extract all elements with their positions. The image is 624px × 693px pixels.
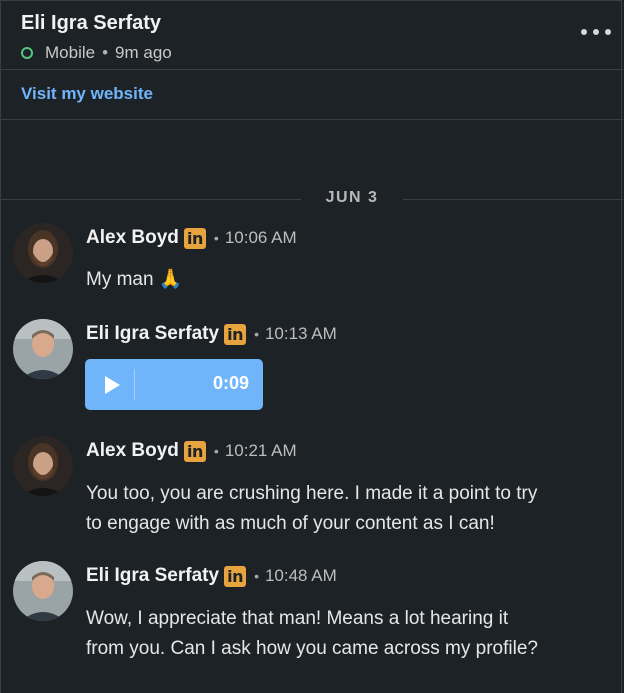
message-time: 10:48 AM — [264, 566, 337, 585]
dot-icon — [605, 29, 611, 35]
sender-name[interactable]: Eli Igra Serfaty — [86, 323, 219, 345]
avatar[interactable] — [13, 319, 73, 379]
linkedin-badge-icon: in — [183, 440, 206, 462]
contact-name[interactable]: Eli Igra Serfaty — [21, 12, 161, 35]
alex-boyd-avatar — [13, 223, 73, 283]
message-text-line: from you. Can I ask how you came across … — [86, 638, 538, 659]
separator-dot: • — [254, 568, 259, 584]
separator-dot: • — [213, 443, 219, 459]
linkedin-badge-icon: in — [224, 323, 247, 345]
linkedin-badge-icon: in — [224, 565, 247, 587]
date-divider: JUN 3 — [1, 187, 623, 211]
eli-igra-serfaty-avatar — [13, 561, 73, 621]
message-time: 10:21 AM — [224, 441, 297, 460]
play-icon[interactable] — [105, 376, 120, 394]
sender-line: Eli Igra Serfaty in • 10:48 AM — [86, 565, 337, 587]
sender-line: Alex Boyd in • 10:21 AM — [86, 440, 297, 462]
message-time: 10:06 AM — [224, 228, 297, 247]
visit-website-link[interactable]: Visit my website — [21, 84, 153, 104]
date-label: JUN 3 — [325, 189, 379, 206]
message-text-line: to engage with as much of your content a… — [86, 513, 495, 534]
dot-icon — [593, 29, 599, 35]
more-options-icon[interactable] — [581, 29, 611, 35]
audio-divider — [134, 369, 135, 400]
sender-line: Eli Igra Serfaty in • 10:13 AM — [86, 323, 337, 345]
message-text: Wow, I appreciate that man! Means a lot … — [86, 604, 538, 664]
voice-message-player[interactable]: 0:09 — [85, 359, 263, 410]
presence-status: Mobile • 9m ago — [21, 43, 172, 63]
message-text-line: Wow, I appreciate that man! Means a lot … — [86, 608, 509, 629]
separator-dot: • — [213, 230, 219, 246]
device-label: Mobile — [45, 43, 96, 62]
divider-line — [1, 199, 301, 200]
separator-dot: • — [102, 43, 109, 62]
avatar[interactable] — [13, 436, 73, 496]
online-status-icon — [21, 47, 33, 59]
avatar[interactable] — [13, 561, 73, 621]
website-bar: Visit my website — [1, 70, 623, 120]
message-text: You too, you are crushing here. I made i… — [86, 479, 537, 539]
linkedin-badge-icon: in — [183, 227, 206, 249]
last-active-label: 9m ago — [115, 43, 172, 62]
sender-line: Alex Boyd in • 10:06 AM — [86, 227, 297, 249]
dot-icon — [581, 29, 587, 35]
divider-line — [403, 199, 623, 200]
conversation-header: Eli Igra Serfaty Mobile • 9m ago — [1, 1, 623, 70]
separator-dot: • — [254, 326, 259, 342]
avatar[interactable] — [13, 223, 73, 283]
message-time: 10:13 AM — [264, 324, 337, 343]
message-text-line: You too, you are crushing here. I made i… — [86, 483, 538, 504]
eli-igra-serfaty-avatar — [13, 319, 73, 379]
sender-name[interactable]: Alex Boyd — [86, 227, 179, 249]
alex-boyd-avatar — [13, 436, 73, 496]
message-text: My man 🙏 — [86, 269, 183, 290]
audio-duration: 0:09 — [212, 373, 249, 393]
messaging-panel: Eli Igra Serfaty Mobile • 9m ago Visit m… — [0, 0, 623, 693]
sender-name[interactable]: Alex Boyd — [86, 440, 179, 462]
sender-name[interactable]: Eli Igra Serfaty — [86, 565, 219, 587]
